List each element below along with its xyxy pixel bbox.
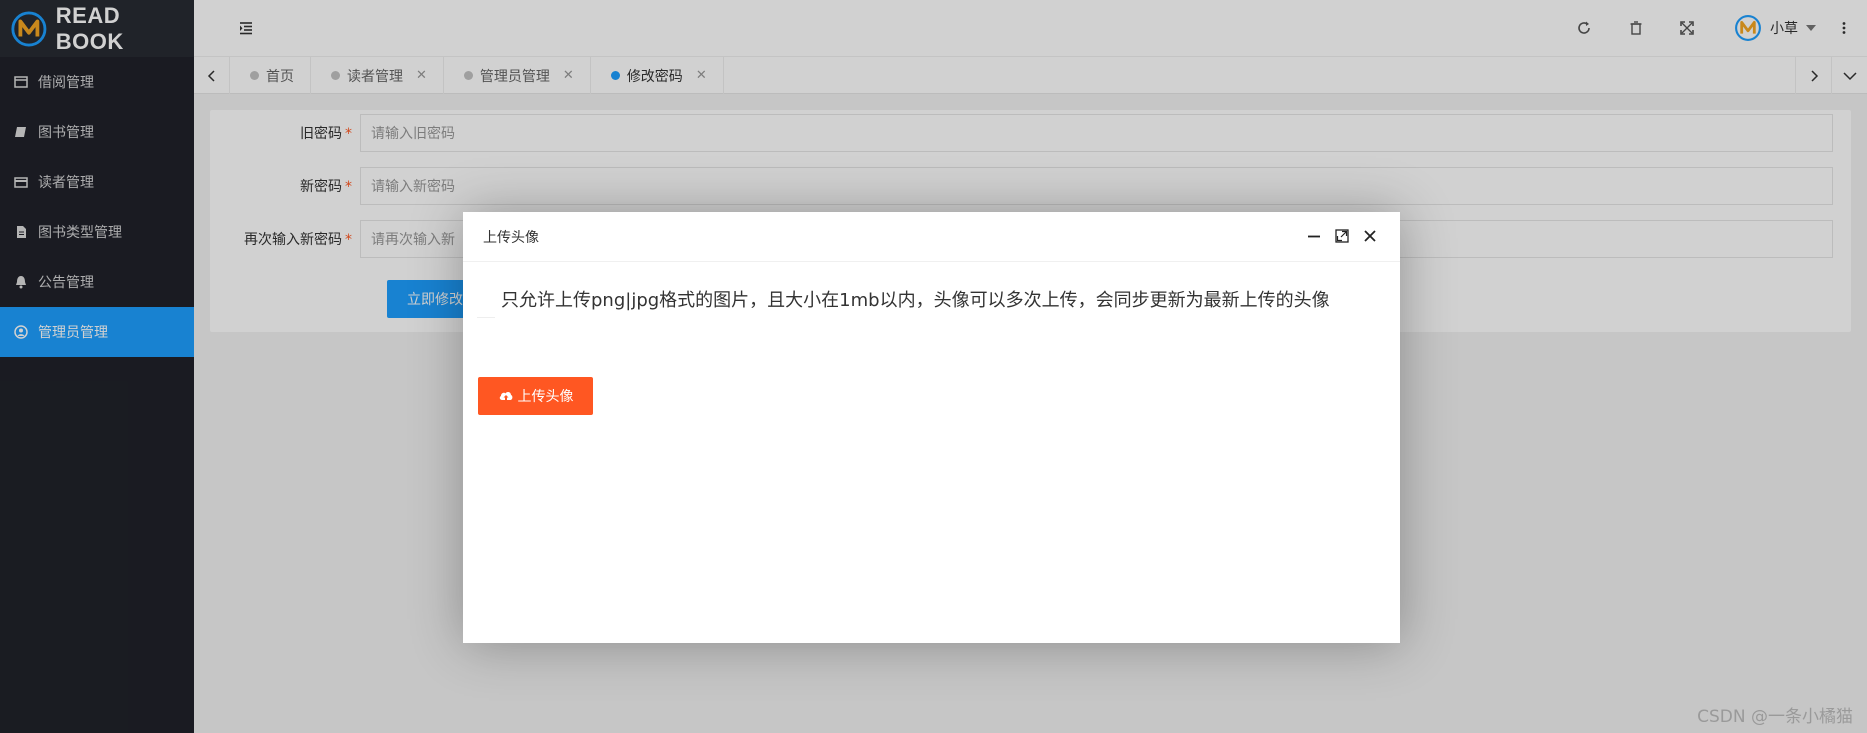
watermark: CSDN @一条小橘猫: [1697, 707, 1853, 727]
upload-notice-text: 只允许上传png|jpg格式的图片，且大小在1mb以内，头像可以多次上传，会同步…: [501, 290, 1330, 311]
upload-notice: 只允许上传png|jpg格式的图片，且大小在1mb以内，头像可以多次上传，会同步…: [477, 288, 1377, 318]
dialog-title: 上传头像: [463, 212, 1400, 262]
cloud-upload-icon: [499, 391, 512, 400]
notice-marker: [477, 300, 495, 318]
maximize-button[interactable]: [1334, 228, 1350, 244]
upload-avatar-label: 上传头像: [517, 389, 574, 405]
close-icon: [1364, 230, 1376, 242]
upload-avatar-button[interactable]: 上传头像: [478, 377, 593, 415]
maximize-icon: [1335, 229, 1349, 243]
minimize-icon: [1308, 235, 1320, 238]
minimize-button[interactable]: [1306, 228, 1322, 244]
dialog-controls: [1306, 228, 1378, 244]
upload-avatar-dialog: 上传头像 只允许上传png|jpg格式的图片，且大小在1mb以内，头像可以多次上…: [463, 212, 1400, 643]
close-button[interactable]: [1362, 228, 1378, 244]
